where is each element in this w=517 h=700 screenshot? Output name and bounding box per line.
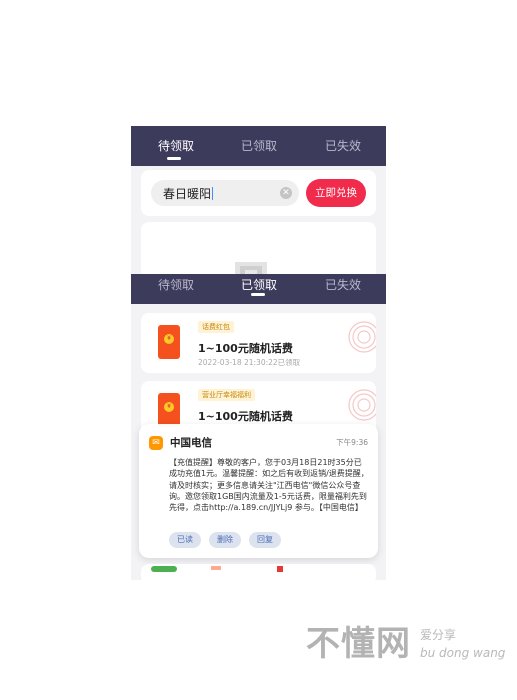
active-tab-indicator — [251, 293, 265, 296]
coupon-time: 2022-03-18 21:30:22已领取 — [198, 358, 301, 367]
reply-button[interactable]: 回复 — [249, 532, 281, 548]
tab-expired[interactable]: 已失效 — [325, 276, 361, 293]
tab-expired[interactable]: 已失效 — [325, 137, 361, 154]
watermark-pinyin: bu dong wang — [420, 646, 506, 660]
text-caret — [212, 187, 214, 200]
coupon-card[interactable]: ¥ 话费红包 1~100元随机话费 2022-03-18 21:30:22已领取 — [141, 313, 376, 373]
coupon-title: 1~100元随机话费 — [198, 410, 293, 423]
message-app-icon: ✉ — [149, 436, 163, 450]
notification-body: 【充值提醒】尊敬的客户，您于03月18日21时35分已成功充值1元。温馨提醒：如… — [169, 458, 369, 513]
tab-pending[interactable]: 待领取 — [158, 276, 194, 293]
sms-notification[interactable]: ✉ 中国电信 下午9:36 【充值提醒】尊敬的客户，您于03月18日21时35分… — [139, 424, 378, 558]
tab-pending[interactable]: 待领取 — [158, 137, 194, 154]
coupon-tag: 话费红包 — [198, 321, 234, 333]
tab-claimed[interactable]: 已领取 — [241, 276, 277, 293]
dock-peek — [141, 564, 376, 580]
tab-bar: 待领取 已领取 已失效 — [131, 274, 386, 304]
tab-bar: 待领取 已领取 已失效 — [131, 126, 386, 166]
notification-actions: 已读 删除 回复 — [169, 532, 281, 548]
bottom-screenshot: 待领取 已领取 已失效 ¥ 话费红包 1~100元随机话费 2022-03-18… — [131, 274, 386, 580]
empty-state-card — [141, 222, 376, 276]
redeem-now-button[interactable]: 立即兑换 — [306, 179, 366, 207]
red-envelope-icon: ¥ — [158, 393, 180, 427]
app-icon-peek — [211, 566, 221, 570]
redeem-box: 春日暖阳 ✕ 立即兑换 — [141, 170, 376, 216]
collage-canvas: 待领取 已领取 已失效 春日暖阳 ✕ 立即兑换 待领取 已领取 已失效 ¥ 话费… — [0, 0, 517, 700]
red-envelope-icon: ¥ — [158, 325, 180, 359]
flower-decoration-icon — [348, 389, 376, 421]
coupon-title: 1~100元随机话费 — [198, 342, 293, 355]
notification-time: 下午9:36 — [336, 438, 368, 447]
delete-button[interactable]: 删除 — [209, 532, 241, 548]
notification-sender: 中国电信 — [170, 437, 212, 449]
flower-decoration-icon — [348, 321, 376, 353]
watermark-logo: 不懂网 — [306, 624, 411, 664]
app-icon-peek — [151, 566, 177, 572]
tab-claimed[interactable]: 已领取 — [241, 137, 277, 154]
watermark-tagline: 爱分享 — [420, 628, 457, 642]
clear-icon[interactable]: ✕ — [280, 187, 292, 199]
active-tab-indicator — [167, 157, 181, 160]
coupon-tag: 营业厅幸福福利 — [198, 389, 255, 401]
redeem-code-value: 春日暖阳 — [163, 187, 212, 201]
app-icon-peek — [277, 566, 283, 572]
mark-read-button[interactable]: 已读 — [169, 532, 201, 548]
top-screenshot: 待领取 已领取 已失效 春日暖阳 ✕ 立即兑换 — [131, 126, 386, 276]
redeem-code-input[interactable]: 春日暖阳 ✕ — [151, 180, 299, 206]
